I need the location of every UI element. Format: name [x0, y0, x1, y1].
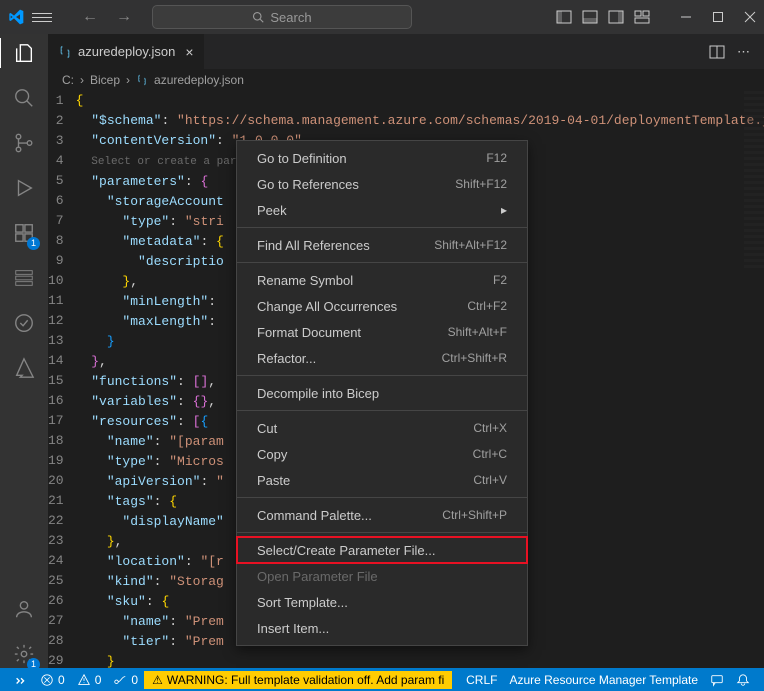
close-icon[interactable] — [744, 11, 756, 23]
notifications-icon[interactable] — [730, 673, 756, 687]
layout-sidebar-left-icon[interactable] — [556, 9, 572, 25]
status-template-warning[interactable]: ⚠ WARNING: Full template validation off.… — [144, 671, 452, 689]
split-editor-icon[interactable] — [709, 44, 725, 60]
context-menu-item[interactable]: Format DocumentShift+Alt+F — [237, 319, 527, 345]
arm-template-icon[interactable] — [13, 267, 35, 292]
explorer-icon[interactable] — [13, 42, 35, 67]
context-menu-item[interactable]: PasteCtrl+V — [237, 467, 527, 493]
context-menu-item[interactable]: Go to DefinitionF12 — [237, 145, 527, 171]
json-file-icon — [58, 45, 72, 59]
source-control-icon[interactable] — [13, 132, 35, 157]
feedback-icon[interactable] — [704, 673, 730, 687]
tab-row: azuredeploy.json × ⋯ — [48, 34, 764, 69]
context-menu-item[interactable]: Rename SymbolF2 — [237, 267, 527, 293]
more-actions-icon[interactable]: ⋯ — [737, 44, 750, 60]
search-icon — [252, 11, 264, 23]
context-menu: Go to DefinitionF12Go to ReferencesShift… — [236, 140, 528, 646]
breadcrumb[interactable]: C:› Bicep› azuredeploy.json — [48, 69, 764, 91]
status-errors[interactable]: 0 — [34, 673, 71, 687]
status-ports[interactable]: 0 — [107, 673, 144, 687]
tab-azuredeploy[interactable]: azuredeploy.json × — [48, 34, 205, 69]
context-menu-item[interactable]: Sort Template... — [237, 589, 527, 615]
layout-panel-icon[interactable] — [582, 9, 598, 25]
nav-forward-icon[interactable]: → — [116, 8, 132, 26]
tab-label: azuredeploy.json — [78, 44, 175, 59]
context-menu-item[interactable]: Refactor...Ctrl+Shift+R — [237, 345, 527, 371]
context-menu-item[interactable]: Change All OccurrencesCtrl+F2 — [237, 293, 527, 319]
activity-bar: 1 1 — [0, 34, 48, 668]
layout-sidebar-right-icon[interactable] — [608, 9, 624, 25]
context-menu-item: Open Parameter File — [237, 563, 527, 589]
context-menu-item[interactable]: Find All ReferencesShift+Alt+F12 — [237, 232, 527, 258]
tab-close-icon[interactable]: × — [185, 44, 193, 60]
search-sidebar-icon[interactable] — [13, 87, 35, 112]
context-menu-item[interactable]: Peek▸ — [237, 197, 527, 223]
context-menu-item[interactable]: Go to ReferencesShift+F12 — [237, 171, 527, 197]
maximize-icon[interactable] — [712, 11, 724, 23]
vscode-logo-icon — [8, 9, 24, 25]
nav-back-icon[interactable]: ← — [82, 8, 98, 26]
context-menu-item[interactable]: CutCtrl+X — [237, 415, 527, 441]
minimize-icon[interactable] — [680, 11, 692, 23]
minimap[interactable] — [744, 91, 764, 271]
testing-icon[interactable] — [13, 312, 35, 337]
context-menu-item[interactable]: Command Palette...Ctrl+Shift+P — [237, 502, 527, 528]
status-language[interactable]: Azure Resource Manager Template — [503, 673, 704, 687]
layout-custom-icon[interactable] — [634, 9, 650, 25]
json-file-icon — [136, 74, 148, 86]
run-debug-icon[interactable] — [13, 177, 35, 202]
line-gutter: 1 2 3 4 5 6 7 8 9 10 11 12 13 14 15 16 1… — [48, 91, 76, 668]
status-eol[interactable]: CRLF — [460, 673, 503, 687]
title-bar: ← → Search — [0, 0, 764, 34]
accounts-icon[interactable] — [13, 598, 35, 623]
extensions-icon[interactable]: 1 — [13, 222, 35, 247]
breadcrumb-seg[interactable]: Bicep — [90, 73, 120, 87]
breadcrumb-seg[interactable]: azuredeploy.json — [154, 73, 244, 87]
context-menu-item[interactable]: Select/Create Parameter File... — [237, 537, 527, 563]
remote-icon[interactable] — [8, 673, 34, 687]
context-menu-item[interactable]: Insert Item... — [237, 615, 527, 641]
context-menu-item[interactable]: CopyCtrl+C — [237, 441, 527, 467]
breadcrumb-seg[interactable]: C: — [62, 73, 74, 87]
context-menu-item[interactable]: Decompile into Bicep — [237, 380, 527, 406]
search-placeholder: Search — [270, 10, 311, 25]
search-input[interactable]: Search — [152, 5, 412, 29]
settings-gear-icon[interactable]: 1 — [13, 643, 35, 668]
status-warnings[interactable]: 0 — [71, 673, 108, 687]
hamburger-menu-icon[interactable] — [32, 13, 52, 22]
azure-icon[interactable] — [13, 357, 35, 382]
status-bar: 0 0 0 ⚠ WARNING: Full template validatio… — [0, 668, 764, 691]
